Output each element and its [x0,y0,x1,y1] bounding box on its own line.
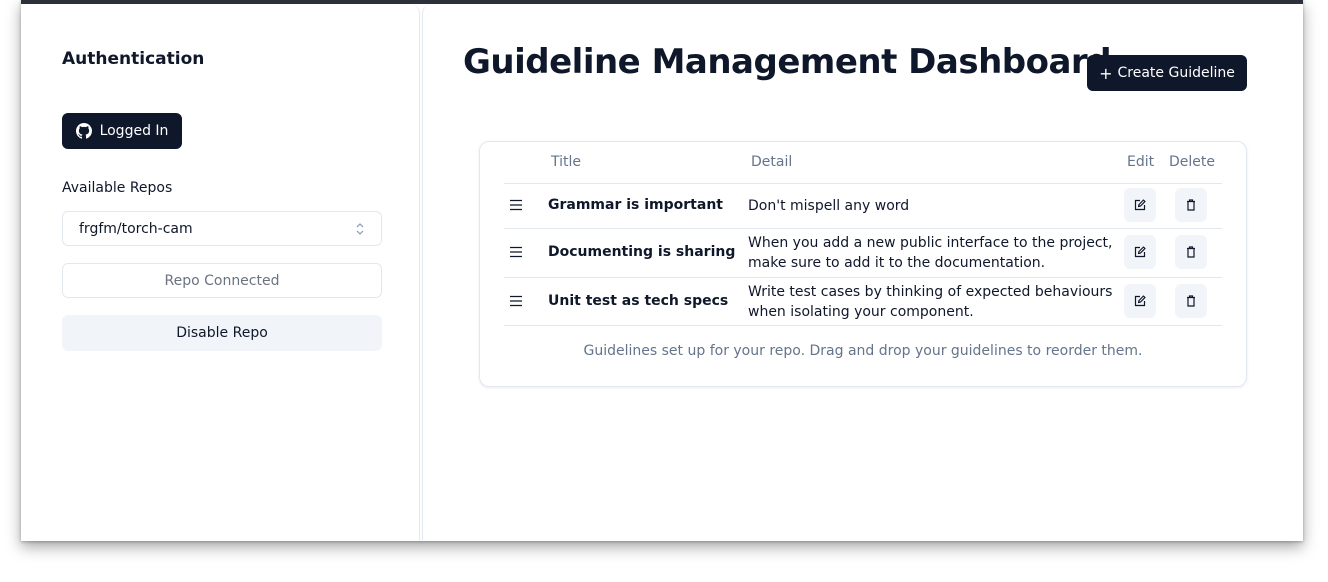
row-title: Unit test as tech specs [548,293,729,309]
create-guideline-button[interactable]: + Create Guideline [1087,55,1247,91]
trash-icon [1187,199,1195,211]
trash-icon [1187,246,1195,258]
table-caption: Guidelines set up for your repo. Drag an… [583,343,1143,359]
trash-icon [1187,295,1195,307]
disable-repo-button[interactable]: Disable Repo [62,315,382,351]
sidebar: Authentication Logged In Available Repos… [21,4,420,541]
header-edit: Edit [1127,154,1155,170]
create-guideline-label: Create Guideline [1117,65,1235,81]
plus-icon: + [1099,63,1113,83]
chevron-up-down-icon [356,222,364,235]
row-detail: When you add a new public interface to t… [748,235,1113,271]
row-detail: Write test cases by thinking of expected… [748,284,1113,320]
app-window: Authentication Logged In Available Repos… [21,0,1303,541]
page-title: Guideline Management Dashboard [463,42,1112,82]
row-title: Grammar is important [548,197,723,213]
drag-handle-icon[interactable] [509,199,523,211]
edit-icon [1134,295,1146,307]
logged-in-button[interactable]: Logged In [62,113,182,149]
guidelines-card: Title Detail Edit Delete Grammar is impo… [479,141,1247,387]
auth-heading: Authentication [62,49,205,69]
repo-connected-status: Repo Connected [62,263,382,298]
repo-select[interactable]: frgfm/torch-cam [62,211,382,246]
edit-icon [1134,199,1146,211]
delete-button[interactable] [1175,235,1207,269]
logged-in-label: Logged In [99,123,169,139]
delete-button[interactable] [1175,284,1207,318]
row-title: Documenting is sharing [548,244,736,260]
header-delete: Delete [1169,154,1215,170]
edit-icon [1134,246,1146,258]
header-title: Title [551,154,582,170]
row-detail: Don't mispell any word [748,198,910,214]
github-icon [75,123,92,139]
delete-button[interactable] [1175,188,1207,222]
table-row[interactable]: Grammar is important Don't mispell any w… [504,183,1222,228]
edit-button[interactable] [1124,188,1156,222]
available-repos-label: Available Repos [62,180,173,196]
edit-button[interactable] [1124,284,1156,318]
edit-button[interactable] [1124,235,1156,269]
drag-handle-icon[interactable] [509,246,523,258]
table-row[interactable]: Unit test as tech specs Write test cases… [504,277,1222,326]
drag-handle-icon[interactable] [509,295,523,307]
header-detail: Detail [751,154,793,170]
main-panel: Guideline Management Dashboard + Create … [422,4,1303,540]
repo-select-value: frgfm/torch-cam [79,220,193,237]
table-row[interactable]: Documenting is sharing When you add a ne… [504,228,1222,277]
table-bottom-border [504,325,1222,326]
